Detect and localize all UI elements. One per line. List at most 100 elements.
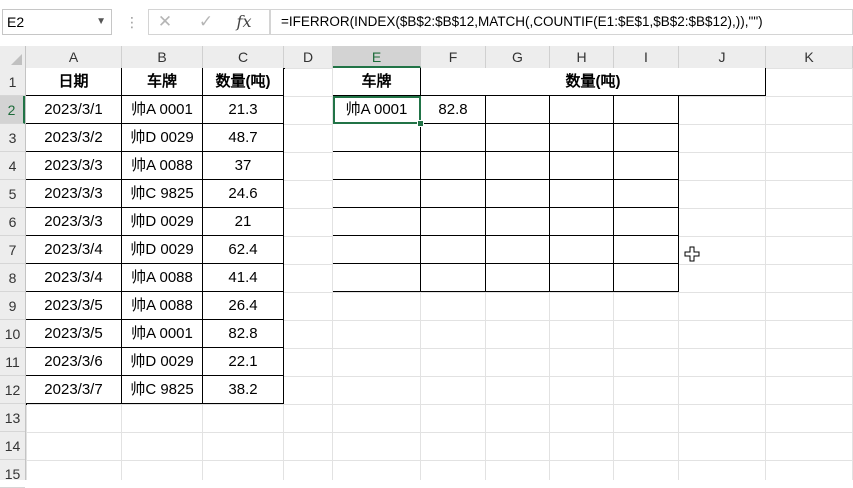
table-cell[interactable]: 帅A 0001 xyxy=(122,96,203,124)
table-cell[interactable]: 26.4 xyxy=(203,292,284,320)
table-cell[interactable]: 37 xyxy=(203,152,284,180)
table-cell[interactable]: 2023/3/6 xyxy=(26,348,122,376)
table-cell[interactable]: 帅A 0088 xyxy=(122,152,203,180)
row-header-15[interactable]: 15 xyxy=(0,460,25,488)
table-cell[interactable]: 82.8 xyxy=(203,320,284,348)
table-cell[interactable] xyxy=(486,152,550,180)
table-cell[interactable] xyxy=(486,96,550,124)
table-cell[interactable] xyxy=(421,208,486,236)
table-cell[interactable]: 2023/3/2 xyxy=(26,124,122,152)
row-header-5[interactable]: 5 xyxy=(0,180,25,208)
table-cell[interactable] xyxy=(486,124,550,152)
table-cell[interactable]: 2023/3/3 xyxy=(26,180,122,208)
table-cell[interactable] xyxy=(550,152,614,180)
table-cell[interactable] xyxy=(550,96,614,124)
table-cell[interactable] xyxy=(421,180,486,208)
column-header-b[interactable]: B xyxy=(122,46,203,68)
table-cell[interactable]: 帅D 0029 xyxy=(122,208,203,236)
table-cell[interactable]: 21.3 xyxy=(203,96,284,124)
table-cell[interactable] xyxy=(486,236,550,264)
table-cell[interactable] xyxy=(421,264,486,292)
row-header-14[interactable]: 14 xyxy=(0,432,25,460)
table-cell[interactable]: 38.2 xyxy=(203,376,284,404)
row-header-1[interactable]: 1 xyxy=(0,68,25,96)
table-cell[interactable] xyxy=(614,180,679,208)
fill-handle[interactable] xyxy=(417,120,424,127)
table-cell[interactable]: 2023/3/7 xyxy=(26,376,122,404)
column-header-a[interactable]: A xyxy=(26,46,122,68)
table-cell[interactable]: 帅D 0029 xyxy=(122,124,203,152)
source-header-cell[interactable]: 车牌 xyxy=(122,68,203,96)
table-cell[interactable] xyxy=(486,180,550,208)
chevron-down-icon[interactable]: ▼ xyxy=(96,10,106,34)
table-cell[interactable] xyxy=(486,208,550,236)
table-cell[interactable] xyxy=(550,124,614,152)
table-cell[interactable] xyxy=(421,124,486,152)
table-cell[interactable] xyxy=(614,208,679,236)
column-header-e[interactable]: E xyxy=(333,46,421,68)
table-cell[interactable] xyxy=(333,236,421,264)
result-header-plate[interactable]: 车牌 xyxy=(333,68,421,96)
source-header-cell[interactable]: 数量(吨) xyxy=(203,68,284,96)
table-cell[interactable]: 2023/3/4 xyxy=(26,236,122,264)
row-header-12[interactable]: 12 xyxy=(0,376,25,404)
column-header-j[interactable]: J xyxy=(679,46,766,68)
table-cell[interactable] xyxy=(614,236,679,264)
table-cell[interactable] xyxy=(333,208,421,236)
row-header-6[interactable]: 6 xyxy=(0,208,25,236)
table-cell[interactable] xyxy=(421,152,486,180)
table-cell[interactable]: 2023/3/4 xyxy=(26,264,122,292)
fx-icon[interactable]: fx xyxy=(231,9,257,35)
column-header-i[interactable]: I xyxy=(614,46,679,68)
select-all-button[interactable] xyxy=(0,46,26,68)
column-header-d[interactable]: D xyxy=(284,46,333,68)
close-icon[interactable]: ✕ xyxy=(152,9,178,35)
table-cell[interactable]: 帅A 0088 xyxy=(122,292,203,320)
table-cell[interactable]: 21 xyxy=(203,208,284,236)
row-header-13[interactable]: 13 xyxy=(0,404,25,432)
table-cell[interactable]: 帅A 0001 xyxy=(122,320,203,348)
table-cell[interactable] xyxy=(486,264,550,292)
table-cell[interactable]: 帅D 0029 xyxy=(122,348,203,376)
row-header-4[interactable]: 4 xyxy=(0,152,25,180)
table-cell[interactable]: 2023/3/1 xyxy=(26,96,122,124)
name-box[interactable]: E2 ▼ xyxy=(2,9,112,35)
row-header-9[interactable]: 9 xyxy=(0,292,25,320)
drag-handle-icon[interactable]: ⋮ xyxy=(125,12,139,32)
table-cell[interactable] xyxy=(333,180,421,208)
active-cell-e2[interactable]: 帅A 0001 xyxy=(333,96,421,124)
row-header-10[interactable]: 10 xyxy=(0,320,25,348)
table-cell[interactable]: 2023/3/5 xyxy=(26,320,122,348)
row-header-7[interactable]: 7 xyxy=(0,236,25,264)
row-header-11[interactable]: 11 xyxy=(0,348,25,376)
table-cell[interactable]: 帅C 9825 xyxy=(122,180,203,208)
table-cell[interactable]: 2023/3/3 xyxy=(26,208,122,236)
table-cell[interactable] xyxy=(333,264,421,292)
table-cell[interactable]: 帅A 0088 xyxy=(122,264,203,292)
table-cell[interactable] xyxy=(614,152,679,180)
worksheet-grid[interactable]: 日期 车牌 数量(吨) 2023/3/1 帅A 0001 21.3 2023/3/2 帅D 0… xyxy=(26,68,853,480)
table-cell[interactable]: 41.4 xyxy=(203,264,284,292)
table-cell[interactable] xyxy=(421,236,486,264)
table-cell[interactable]: 62.4 xyxy=(203,236,284,264)
table-cell[interactable]: 2023/3/3 xyxy=(26,152,122,180)
result-header-qty[interactable]: 数量(吨) xyxy=(421,68,766,96)
table-cell[interactable] xyxy=(550,264,614,292)
table-cell[interactable]: 24.6 xyxy=(203,180,284,208)
column-header-f[interactable]: F xyxy=(421,46,486,68)
row-header-3[interactable]: 3 xyxy=(0,124,25,152)
table-cell[interactable] xyxy=(550,208,614,236)
row-header-8[interactable]: 8 xyxy=(0,264,25,292)
table-cell[interactable] xyxy=(550,236,614,264)
column-header-c[interactable]: C xyxy=(203,46,284,68)
check-icon[interactable]: ✓ xyxy=(193,9,219,35)
formula-input[interactable]: =IFERROR(INDEX($B$2:$B$12,MATCH(,COUNTIF… xyxy=(270,9,853,35)
table-cell[interactable] xyxy=(614,124,679,152)
table-cell[interactable] xyxy=(614,96,679,124)
table-cell[interactable] xyxy=(333,124,421,152)
table-cell[interactable]: 82.8 xyxy=(421,96,486,124)
column-header-h[interactable]: H xyxy=(550,46,614,68)
table-cell[interactable] xyxy=(550,180,614,208)
table-cell[interactable]: 帅D 0029 xyxy=(122,236,203,264)
table-cell[interactable]: 2023/3/5 xyxy=(26,292,122,320)
